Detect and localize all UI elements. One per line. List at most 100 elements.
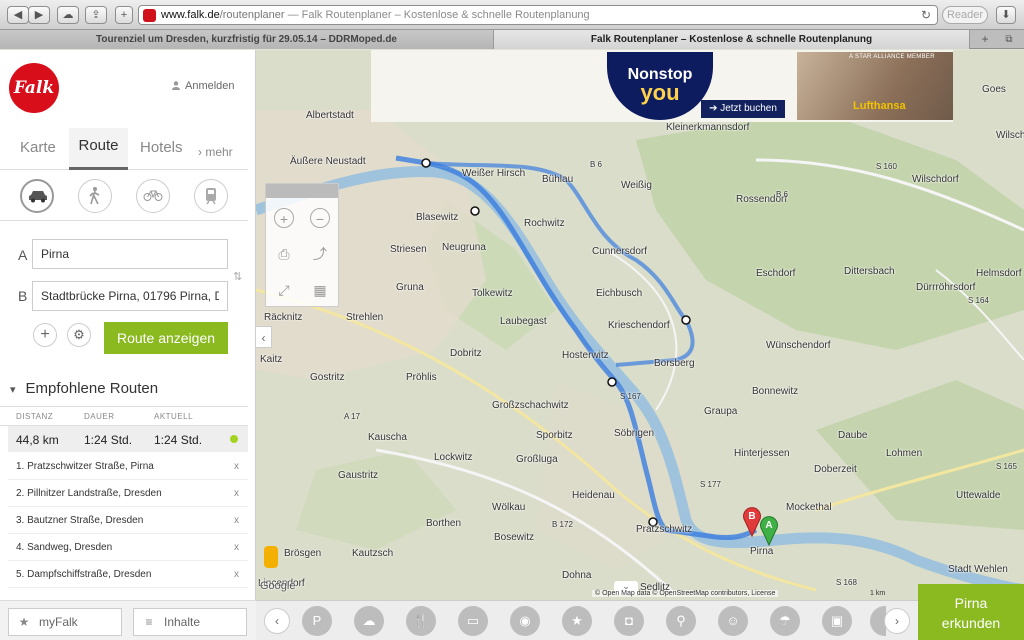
place-label: Gaustritz — [338, 470, 379, 481]
reload-icon[interactable]: ↻ — [921, 6, 931, 24]
beach-icon[interactable]: ☂ — [770, 606, 800, 636]
myfalk-button[interactable]: ★ myFalk — [8, 608, 122, 636]
poi-next-button[interactable]: › — [884, 608, 910, 634]
settings-gear-icon[interactable]: ⚙ — [67, 323, 91, 347]
share-icon[interactable]: ⤴ — [310, 244, 330, 264]
tab-falk[interactable]: Falk Routenplaner – Kostenlose & schnell… — [494, 30, 970, 49]
swap-icon[interactable]: ⇅ — [233, 270, 242, 283]
ad-book-button[interactable]: ➔ Jetzt buchen — [701, 100, 785, 118]
train-mode-button[interactable] — [194, 179, 228, 213]
zoom-in-icon[interactable]: + — [274, 208, 294, 228]
back-button[interactable]: ◀ — [7, 6, 29, 24]
map-layers-icon[interactable]: ▦ — [310, 280, 330, 300]
place-label: Dürrröhrsdorf — [916, 282, 976, 293]
remove-step-icon[interactable]: x — [234, 542, 239, 553]
recommended-routes-header[interactable]: ▾ Empfohlene Routen — [10, 380, 158, 397]
show-route-button[interactable]: Route anzeigen — [104, 322, 228, 354]
weather-icon[interactable]: ☁ — [354, 606, 384, 636]
to-input[interactable] — [32, 281, 228, 311]
forward-button[interactable]: ▶ — [28, 6, 50, 24]
sightseeing-icon[interactable]: ◉ — [510, 606, 540, 636]
place-label: Sporbitz — [536, 430, 573, 441]
hotel-icon[interactable]: ▭ — [458, 606, 488, 636]
lufthansa-ad-banner[interactable]: Nonstop you A STAR ALLIANCE MEMBER ➔ Jet… — [371, 50, 953, 122]
step-text: 2. Pillnitzer Landstraße, Dresden — [16, 488, 162, 499]
tab-route[interactable]: Route — [69, 128, 128, 170]
remove-step-icon[interactable]: x — [234, 461, 239, 472]
login-label: Anmelden — [185, 80, 235, 92]
list-item[interactable]: 5. Dampfschiffstraße, Dresden x — [8, 561, 248, 588]
step-text: 1. Pratzschwitzer Straße, Pirna — [16, 461, 154, 472]
bicycle-icon[interactable]: ⚲ — [666, 606, 696, 636]
ad-brand: Lufthansa — [853, 100, 906, 112]
parking-icon[interactable]: P — [302, 606, 332, 636]
list-item[interactable]: 3. Bautzner Straße, Dresden x — [8, 507, 248, 534]
list-item[interactable]: 4. Sandweg, Dresden x — [8, 534, 248, 561]
download-icon[interactable]: ⬇ — [996, 6, 1016, 24]
tab-mehr[interactable]: › mehr — [198, 138, 233, 172]
tab-bar: Tourenziel um Dresden, kurzfristig für 2… — [0, 30, 1024, 49]
reader-button[interactable]: Reader — [942, 6, 988, 24]
new-tab-icon[interactable]: + — [974, 32, 996, 47]
theater-icon[interactable]: ☺ — [718, 606, 748, 636]
camera-icon[interactable]: ◘ — [614, 606, 644, 636]
road-label: A 17 — [344, 412, 361, 421]
new-tab-button[interactable]: + — [115, 6, 133, 24]
remove-step-icon[interactable]: x — [234, 488, 239, 499]
route-summary-row[interactable]: 44,8 km 1:24 Std. 1:24 Std. — [8, 426, 248, 452]
zoom-out-icon[interactable]: − — [310, 208, 330, 228]
star-icon[interactable]: ★ — [562, 606, 592, 636]
fullscreen-icon[interactable]: ⤢ — [274, 280, 294, 300]
step-text: 5. Dampfschiffstraße, Dresden — [16, 569, 152, 580]
map-canvas[interactable]: B A Albertstadt Äußere Neustadt Weißer H… — [256, 50, 1024, 600]
map-controls-handle[interactable] — [266, 184, 338, 198]
summary-duration: 1:24 Std. — [84, 433, 133, 447]
tab-list-icon[interactable]: ⧉ — [1000, 32, 1018, 47]
traffic-status-dot — [230, 435, 238, 443]
share-icon[interactable]: ⇪ — [85, 6, 107, 24]
url-page-title: — Falk Routenplaner – Kostenlose & schne… — [284, 9, 590, 21]
explore-city-button[interactable]: Pirna erkunden — [918, 584, 1024, 640]
remove-step-icon[interactable]: x — [234, 515, 239, 526]
cloud-icon[interactable]: ☁ — [57, 6, 79, 24]
place-label: Striesen — [390, 244, 427, 255]
inhalte-button[interactable]: ≡ Inhalte — [133, 608, 247, 636]
place-label: Rochwitz — [524, 218, 565, 229]
bike-mode-button[interactable] — [136, 179, 170, 213]
walk-mode-button[interactable] — [78, 179, 112, 213]
summary-current: 1:24 Std. — [154, 433, 203, 447]
from-input[interactable] — [32, 239, 228, 269]
map-provider-logo: Google — [260, 580, 296, 592]
place-label: Kleinerkmannsdorf — [666, 122, 750, 133]
place-label: Bühlau — [542, 174, 574, 185]
poi-prev-button[interactable]: ‹ — [264, 608, 290, 634]
add-waypoint-button[interactable]: + — [33, 323, 57, 347]
place-label: Lohmen — [886, 448, 923, 459]
url-bar[interactable]: www.falk.de/routenplaner — Falk Routenpl… — [138, 5, 938, 25]
list-item[interactable]: 1. Pratzschwitzer Straße, Pirna x — [8, 453, 248, 480]
print-icon[interactable]: ⎙ — [274, 244, 294, 264]
marker-b-label: B — [748, 511, 755, 522]
shopping-icon[interactable]: ▣ — [822, 606, 852, 636]
restaurant-icon[interactable]: 🍴 — [406, 606, 436, 636]
inhalte-label: Inhalte — [164, 615, 201, 629]
place-label: Cunnersdorf — [592, 246, 648, 257]
tab-karte[interactable]: Karte — [20, 134, 56, 168]
marker-a-label: A — [765, 520, 772, 531]
collapse-sidebar-button[interactable]: ‹ — [256, 326, 272, 348]
login-link[interactable]: Anmelden — [172, 80, 235, 92]
place-label: Kautzsch — [352, 548, 394, 559]
tab-hotels[interactable]: Hotels — [140, 134, 183, 168]
tab-ddrmoped[interactable]: Tourenziel um Dresden, kurzfristig für 2… — [0, 30, 494, 49]
street-view-pegman-icon[interactable] — [264, 546, 278, 568]
car-mode-button[interactable] — [20, 179, 54, 213]
road-label: B 6 — [590, 160, 603, 169]
marker-a-icon[interactable]: A — [759, 514, 779, 546]
sidebar-bottom-bar: ★ myFalk ≡ Inhalte — [0, 600, 256, 640]
falk-logo[interactable]: Falk — [9, 63, 59, 113]
chevron-down-icon: ▾ — [10, 384, 16, 396]
place-label: Weißig — [621, 180, 652, 191]
remove-step-icon[interactable]: x — [234, 569, 239, 580]
list-item[interactable]: 2. Pillnitzer Landstraße, Dresden x — [8, 480, 248, 507]
road-label: S 177 — [700, 480, 721, 489]
